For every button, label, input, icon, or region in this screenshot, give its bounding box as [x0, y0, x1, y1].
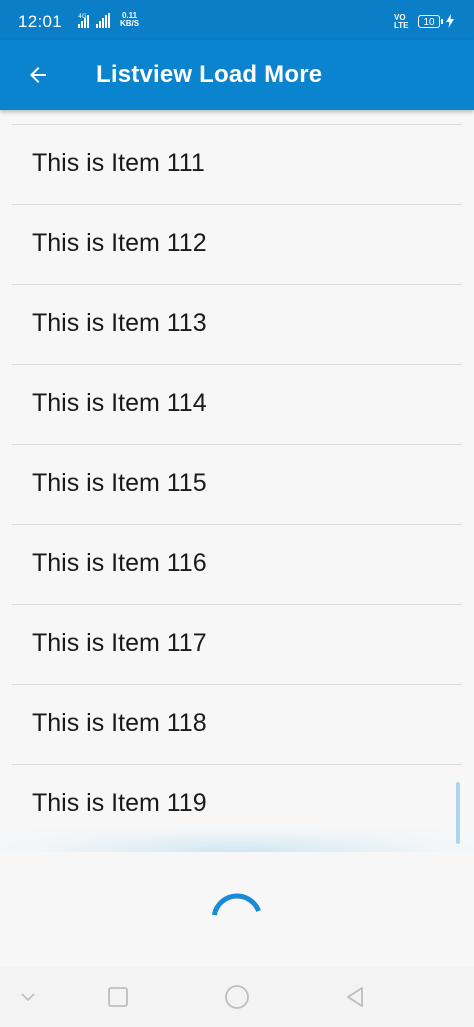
triangle-back-icon — [347, 987, 363, 1007]
nav-recents-button[interactable] — [102, 981, 134, 1013]
square-icon — [108, 987, 128, 1007]
system-nav-bar — [0, 967, 474, 1027]
nav-collapse-button[interactable] — [12, 981, 44, 1013]
list-item-label: This is Item 116 — [32, 549, 207, 577]
list-item-label: This is Item 117 — [32, 629, 207, 657]
loading-spinner-icon — [211, 893, 263, 920]
nav-back-button[interactable] — [339, 981, 371, 1013]
list-item[interactable]: This is Item 117 — [12, 604, 462, 684]
list-item[interactable]: This is Item 115 — [12, 444, 462, 524]
volte-bottom: LTE — [394, 21, 409, 30]
nav-home-button[interactable] — [221, 981, 253, 1013]
list-item[interactable]: This is Item 116 — [12, 524, 462, 604]
list-item[interactable]: This is Item 118 — [12, 684, 462, 764]
status-time: 12:01 — [18, 12, 63, 31]
overscroll-glow — [0, 828, 474, 852]
list-item[interactable]: This is Item 113 — [12, 284, 462, 364]
list-item-label: This is Item 112 — [32, 229, 207, 257]
app-bar: Listview Load More — [0, 40, 474, 110]
speed-unit: KB/S — [120, 19, 140, 28]
volte-indicator: VO LTE — [394, 14, 409, 30]
list-item-label: This is Item 118 — [32, 709, 207, 737]
page-title: Listview Load More — [96, 61, 323, 88]
status-bar: 12:01 4G 0.11 KB/S VO LTE 10 — [0, 0, 474, 40]
list-item-label: This is Item 114 — [32, 389, 207, 417]
list-item-label: This is Item 119 — [32, 789, 207, 817]
network-speed: 0.11 KB/S — [120, 12, 139, 28]
item-list[interactable]: This is Item 111 This is Item 112 This i… — [0, 124, 474, 844]
chevron-down-icon — [21, 993, 35, 1002]
list-item[interactable]: This is Item 114 — [12, 364, 462, 444]
charging-icon — [446, 14, 454, 28]
circle-icon — [225, 985, 249, 1009]
list-item-label: This is Item 115 — [32, 469, 207, 497]
arrow-left-icon — [30, 67, 46, 83]
battery-icon: 10 — [418, 15, 443, 28]
back-button[interactable] — [14, 51, 62, 99]
list-item-label: This is Item 113 — [32, 309, 207, 337]
list-item[interactable]: This is Item 112 — [12, 204, 462, 284]
list-item[interactable]: This is Item 111 — [12, 124, 462, 204]
scrollbar-thumb[interactable] — [456, 782, 460, 844]
list-item-label: This is Item 111 — [32, 149, 205, 177]
